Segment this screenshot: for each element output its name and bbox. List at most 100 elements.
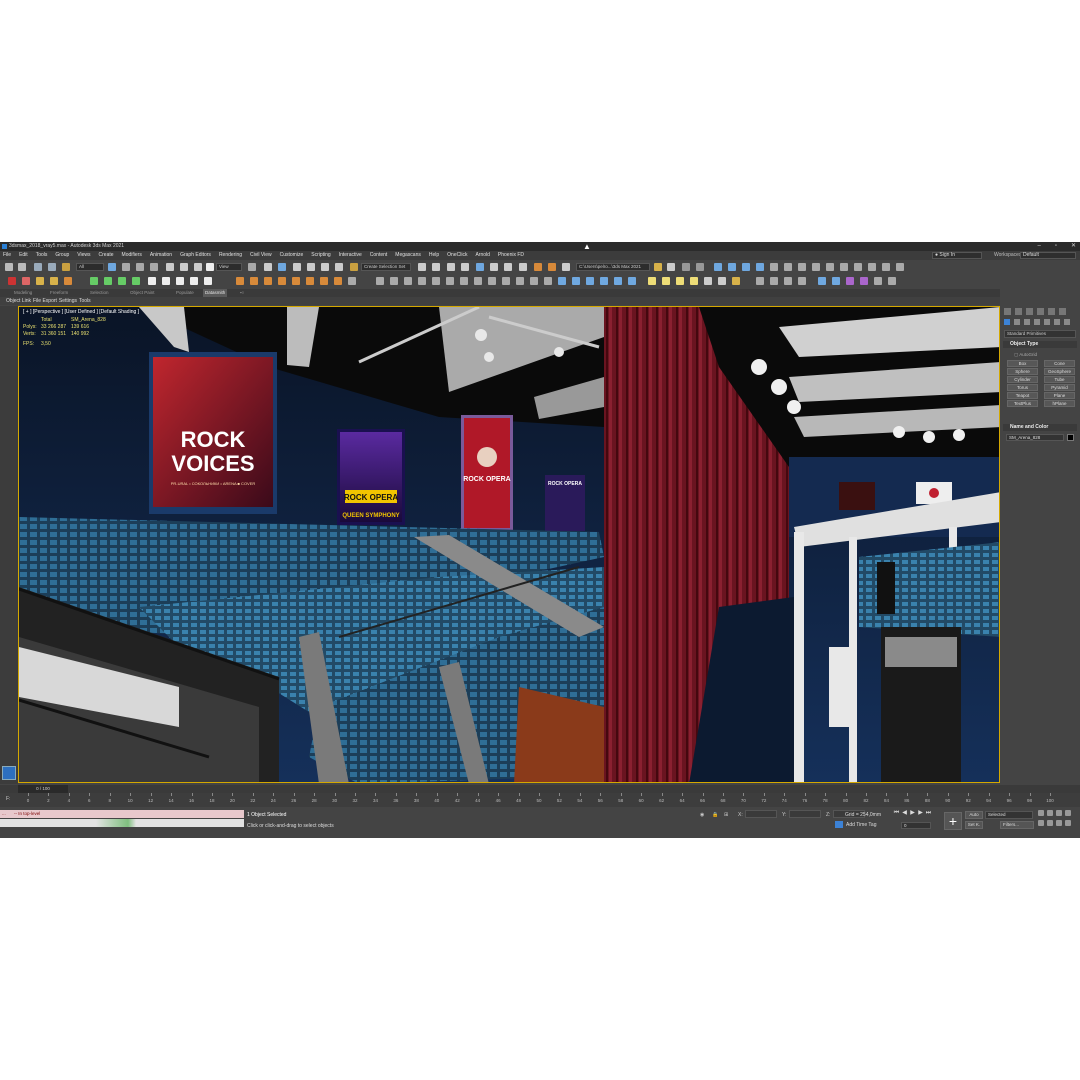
snap-icon[interactable] — [50, 277, 58, 285]
render-in-cloud-icon[interactable] — [562, 263, 570, 271]
smoke-icon[interactable] — [250, 277, 258, 285]
toggle-ribbon-icon[interactable] — [461, 263, 469, 271]
menu-tools[interactable]: Tools — [36, 251, 48, 260]
minimize-button[interactable]: – — [1037, 242, 1040, 251]
more-icon[interactable] — [667, 263, 675, 271]
light-4-icon[interactable] — [690, 277, 698, 285]
particle-icon[interactable] — [306, 277, 314, 285]
vray-proxy-icon[interactable] — [770, 263, 778, 271]
object-color-swatch[interactable] — [1067, 434, 1074, 441]
key-filters-button[interactable]: Filters... — [1000, 821, 1034, 829]
menu-scripting[interactable]: Scripting — [311, 251, 330, 260]
vray-ies-icon[interactable] — [756, 263, 764, 271]
close-button[interactable]: ✕ — [1071, 242, 1076, 251]
viewport-layout-2-icon[interactable] — [696, 263, 704, 271]
cone-button[interactable]: Cone — [1044, 360, 1075, 367]
create-tab-icon[interactable] — [1004, 308, 1011, 315]
viewport-layout-icon[interactable] — [682, 263, 690, 271]
vray-sun-icon[interactable] — [728, 263, 736, 271]
maxscript-input[interactable] — [0, 819, 244, 827]
angle-snap-icon[interactable] — [307, 263, 315, 271]
orbit-icon[interactable] — [1056, 820, 1062, 826]
helpers-icon[interactable] — [1044, 319, 1050, 325]
perspective-viewport[interactable]: ROCK VOICES PR-URAL • СОКОЛЬНИКИ • ARENA… — [18, 306, 1000, 783]
current-frame-field[interactable]: 0 — [901, 822, 931, 829]
rectangular-selection-icon[interactable] — [136, 263, 144, 271]
menu-rendering[interactable]: Rendering — [219, 251, 242, 260]
settings-button[interactable]: Settings — [59, 297, 79, 305]
plugin-4-icon[interactable] — [418, 277, 426, 285]
time-slider[interactable]: 0 / 100 — [0, 785, 1080, 793]
plugin-12-icon[interactable] — [530, 277, 538, 285]
viewcube-icon[interactable] — [2, 766, 16, 780]
misc-2-icon[interactable] — [770, 277, 778, 285]
absolute-mode-icon[interactable]: ⊞ — [724, 812, 728, 818]
set-key-button[interactable]: Set K. — [965, 821, 983, 829]
select-object-icon[interactable] — [108, 263, 116, 271]
vray-scene-converter-icon[interactable] — [882, 263, 890, 271]
liquid-icon[interactable] — [264, 277, 272, 285]
misc-10-icon[interactable] — [888, 277, 896, 285]
redo-icon[interactable] — [18, 263, 26, 271]
fire-icon[interactable] — [236, 277, 244, 285]
plugin-11-icon[interactable] — [516, 277, 524, 285]
percent-snap-icon[interactable] — [321, 263, 329, 271]
mirror-icon[interactable] — [418, 263, 426, 271]
add-time-tag[interactable]: Add Time Tag — [846, 822, 876, 828]
menu-help[interactable]: Help — [429, 251, 439, 260]
plugin-5-icon[interactable] — [432, 277, 440, 285]
pause-icon[interactable] — [162, 277, 170, 285]
maximize-button[interactable]: ▫ — [1055, 242, 1057, 251]
menu-customize[interactable]: Customize — [280, 251, 304, 260]
menu-graph-editors[interactable]: Graph Editors — [180, 251, 211, 260]
plugin-17-icon[interactable] — [600, 277, 608, 285]
plugin-14-icon[interactable] — [558, 277, 566, 285]
menu-group[interactable]: Group — [55, 251, 69, 260]
source-icon[interactable] — [278, 277, 286, 285]
spinner-snap-icon[interactable] — [335, 263, 343, 271]
selection-filter-dropdown[interactable]: All — [76, 263, 104, 271]
plane-button[interactable]: Plane — [1044, 392, 1075, 399]
move-icon[interactable] — [166, 263, 174, 271]
undo-icon[interactable] — [5, 263, 13, 271]
pyramid-button[interactable]: Pyramid — [1044, 384, 1075, 391]
plugin-9-icon[interactable] — [488, 277, 496, 285]
menu-phoenix-fd[interactable]: Phoenix FD — [498, 251, 524, 260]
render-production-icon[interactable] — [548, 263, 556, 271]
vray-dome-icon[interactable] — [742, 263, 750, 271]
object-name-field[interactable]: SM_Arena_828 — [1006, 434, 1064, 441]
refresh-icon[interactable] — [132, 277, 140, 285]
systems-icon[interactable] — [1064, 319, 1070, 325]
menu-modifiers[interactable]: Modifiers — [122, 251, 142, 260]
tools-button[interactable]: Tools — [79, 297, 93, 305]
name-and-color-rollout[interactable]: Name and Color — [1003, 424, 1077, 431]
go-to-end-icon[interactable]: ⏭ — [925, 810, 932, 816]
menu-content[interactable]: Content — [370, 251, 388, 260]
hierarchy-tab-icon[interactable] — [1026, 308, 1033, 315]
ribbon-toggle-icon[interactable]: ▪○ — [240, 289, 244, 297]
vray-vision-icon[interactable] — [868, 263, 876, 271]
sphere-button[interactable]: Sphere — [1007, 368, 1038, 375]
cylinder-button[interactable]: Cylinder — [1007, 376, 1038, 383]
named-selection-set-dropdown[interactable]: Create Selection Set — [361, 263, 411, 271]
frame-counter[interactable]: 0 / 100 — [18, 785, 68, 793]
rotate-icon[interactable] — [180, 263, 188, 271]
ocean-icon[interactable] — [320, 277, 328, 285]
isolate-icon[interactable]: ◉ — [700, 812, 704, 818]
lights-icon[interactable] — [1024, 319, 1030, 325]
maximize-viewport-icon[interactable] — [1065, 820, 1071, 826]
select-and-manipulate-icon[interactable] — [264, 263, 272, 271]
torus-button[interactable]: Torus — [1007, 384, 1038, 391]
zoom-all-icon[interactable] — [1047, 810, 1053, 816]
menu-interactive[interactable]: Interactive — [339, 251, 362, 260]
plugin-3-icon[interactable] — [404, 277, 412, 285]
plugin-13-icon[interactable] — [544, 277, 552, 285]
misc-3-icon[interactable] — [784, 277, 792, 285]
hplane-button[interactable]: hPlane — [1044, 400, 1075, 407]
end-icon[interactable] — [204, 277, 212, 285]
bind-to-space-warp-icon[interactable] — [62, 263, 70, 271]
plugin-19-icon[interactable] — [628, 277, 636, 285]
light-3-icon[interactable] — [676, 277, 684, 285]
play-button-icon[interactable]: ▶ — [909, 810, 916, 816]
unlink-selection-icon[interactable] — [48, 263, 56, 271]
